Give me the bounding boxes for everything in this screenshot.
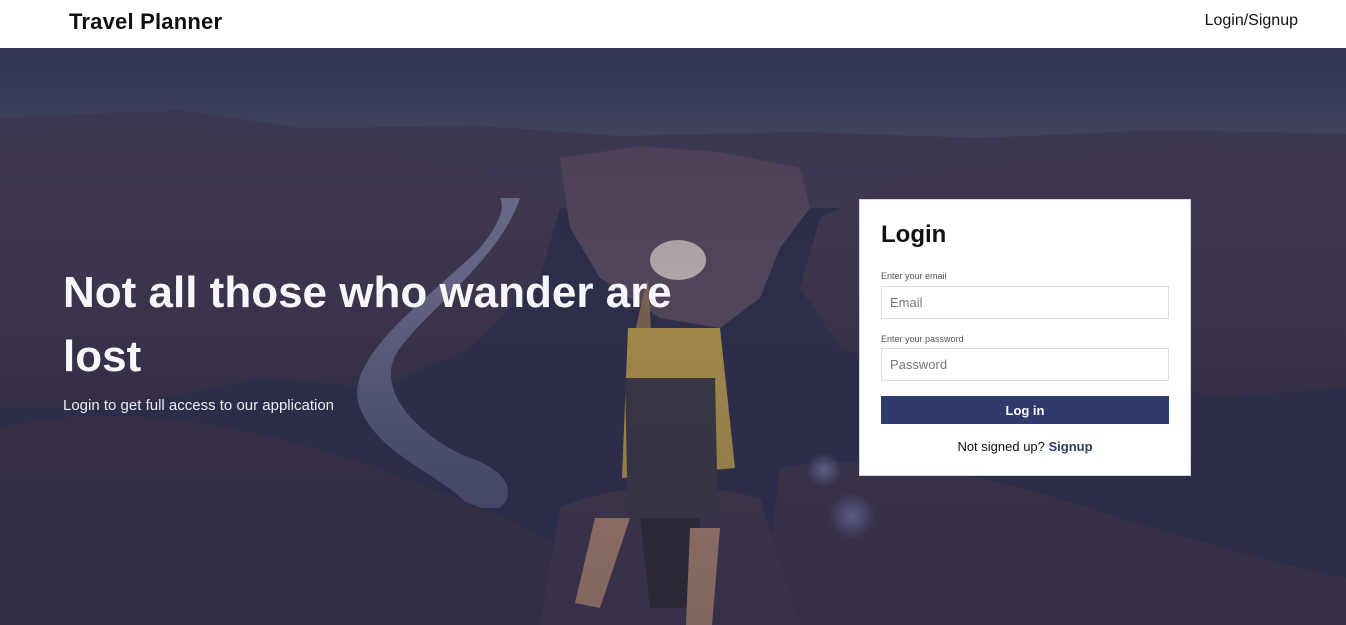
signup-link[interactable]: Signup: [1049, 439, 1093, 454]
password-label: Enter your password: [881, 334, 964, 344]
email-input[interactable]: [881, 286, 1169, 319]
top-navbar: Travel Planner Login/Signup: [0, 0, 1346, 48]
password-input[interactable]: [881, 348, 1169, 381]
hero-subline: Login to get full access to our applicat…: [63, 397, 335, 414]
login-button[interactable]: Log in: [881, 396, 1169, 424]
signup-row: Not signed up? Signup: [860, 439, 1190, 454]
login-signup-link[interactable]: Login/Signup: [1205, 12, 1298, 30]
login-title: Login: [881, 221, 947, 248]
signup-prompt: Not signed up?: [957, 439, 1049, 454]
login-card: Login Enter your email Enter your passwo…: [859, 199, 1191, 476]
hero-section: Not all those who wander are lost Login …: [0, 48, 1346, 625]
hero-headline: Not all those who wander are lost: [63, 268, 672, 381]
email-label: Enter your email: [881, 271, 947, 281]
brand-logo-text[interactable]: Travel Planner: [69, 9, 222, 35]
